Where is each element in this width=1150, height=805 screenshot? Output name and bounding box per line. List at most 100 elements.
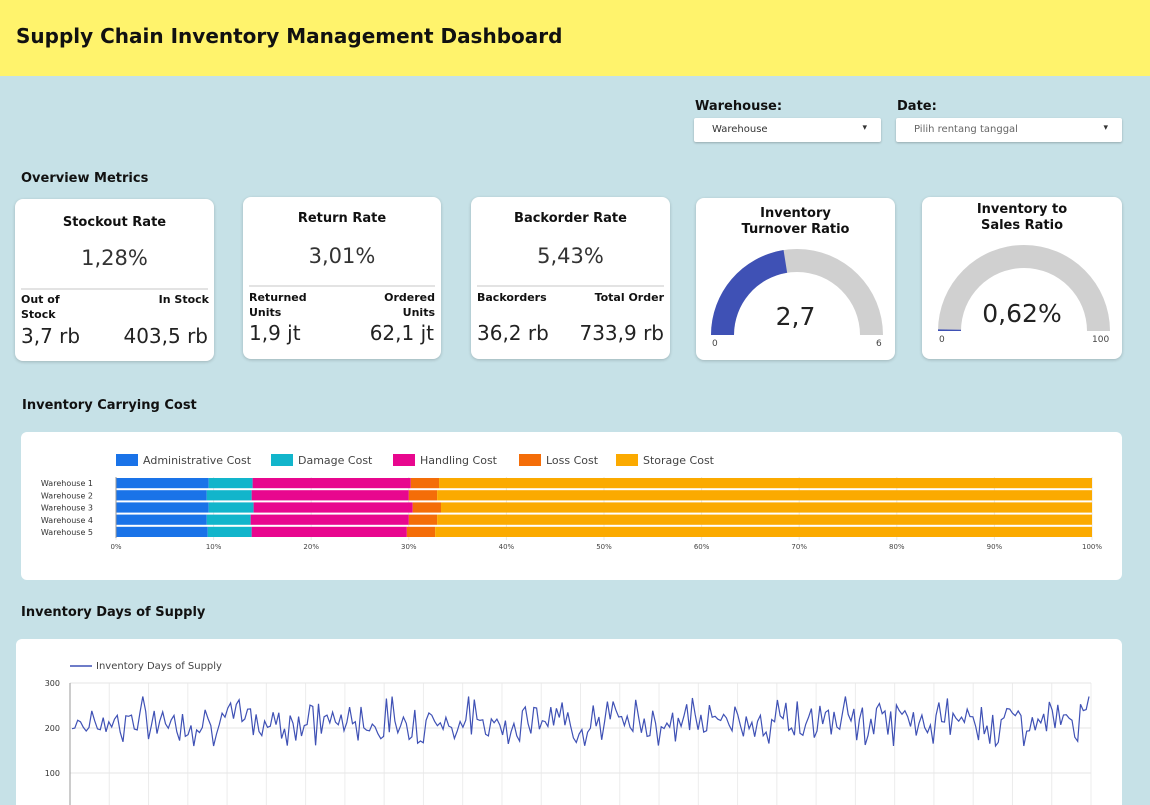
backorders-value: 36,2 rb <box>477 321 549 345</box>
date-range-dropdown[interactable]: Pilih rentang tanggal ▾ <box>896 118 1122 142</box>
bar-segment[interactable] <box>437 514 1092 525</box>
x-tick-label: 10% <box>206 543 222 551</box>
legend-label[interactable]: Loss Cost <box>546 454 599 467</box>
bar-segment[interactable] <box>207 526 252 537</box>
in-stock-label: In Stock <box>158 293 209 306</box>
legend-label[interactable]: Handling Cost <box>420 454 498 467</box>
out-of-stock-label: Out of Stock <box>21 293 60 321</box>
category-label: Warehouse 4 <box>41 516 93 525</box>
caret-down-icon: ▾ <box>1103 123 1108 133</box>
bar-segment[interactable] <box>206 490 252 501</box>
carrying-cost-title: Inventory Carrying Cost <box>22 398 197 413</box>
days-of-supply-title: Inventory Days of Supply <box>21 605 206 620</box>
carrying-cost-chart: Administrative Cost Damage Cost Handling C… <box>41 454 1102 551</box>
bar-segment[interactable] <box>251 490 409 501</box>
warehouse-dropdown[interactable]: Warehouse ▾ <box>694 118 881 142</box>
bar-segment[interactable] <box>116 514 207 525</box>
legend-label[interactable]: Damage Cost <box>298 454 373 467</box>
bar-segment[interactable] <box>408 490 438 501</box>
backorders-label: Backorders <box>477 291 547 304</box>
in-stock-value: 403,5 rb <box>123 324 208 348</box>
returned-units-label: Returned Units <box>249 291 307 319</box>
y-tick-label: 100 <box>45 769 60 778</box>
x-tick-label: 50% <box>596 543 612 551</box>
legend-label[interactable]: Administrative Cost <box>143 454 252 467</box>
category-label: Warehouse 1 <box>41 479 93 488</box>
ordered-units-label: Ordered Units <box>384 291 435 319</box>
days-of-supply-chart-panel: Inventory Days of Supply 300 200 100 <box>16 639 1122 805</box>
backorder-rate-card: Backorder Rate 5,43% Backorders Total Or… <box>471 197 670 359</box>
card-title: Backorder Rate <box>514 211 627 226</box>
sales-ratio-value: 0,62% <box>982 299 1062 328</box>
legend-swatch <box>616 454 638 466</box>
card-title: Return Rate <box>297 211 387 226</box>
bar-segment[interactable] <box>406 526 436 537</box>
bar-segment[interactable] <box>116 490 207 501</box>
legend-label[interactable]: Inventory Days of Supply <box>96 661 222 672</box>
ordered-units-value: 62,1 jt <box>369 321 434 345</box>
x-tick-label: 80% <box>889 543 905 551</box>
bar-segment[interactable] <box>208 502 254 513</box>
out-of-stock-value: 3,7 rb <box>21 324 81 348</box>
x-tick-label: 40% <box>499 543 515 551</box>
total-order-label: Total Order <box>594 291 664 304</box>
bar-segment[interactable] <box>116 478 209 489</box>
x-tick-label: 20% <box>303 543 319 551</box>
total-order-value: 733,9 rb <box>579 321 664 345</box>
legend-swatch <box>271 454 293 466</box>
caret-down-icon: ▾ <box>862 123 867 133</box>
bar-segment[interactable] <box>251 526 407 537</box>
bar-segment[interactable] <box>206 514 251 525</box>
gauge-min-label: 0 <box>712 339 718 349</box>
bar-segment[interactable] <box>250 514 409 525</box>
date-range-placeholder: Pilih rentang tanggal <box>914 124 1018 135</box>
inventory-turnover-card: Inventory Turnover Ratio 2,7 0 6 <box>696 198 895 360</box>
bar-segment[interactable] <box>439 478 1092 489</box>
bar-segment[interactable] <box>441 502 1092 513</box>
y-tick-label: 300 <box>45 679 60 688</box>
x-tick-label: 100% <box>1082 543 1102 551</box>
x-tick-label: 0% <box>110 543 121 551</box>
x-tick-label: 70% <box>791 543 807 551</box>
backorder-rate-value: 5,43% <box>537 244 604 268</box>
bar-segment[interactable] <box>116 526 208 537</box>
overview-metrics-title: Overview Metrics <box>21 171 149 186</box>
card-divider <box>21 288 208 290</box>
category-label: Warehouse 5 <box>41 528 93 537</box>
legend-swatch <box>116 454 138 466</box>
legend-swatch <box>519 454 541 466</box>
gauge-min-label: 0 <box>939 335 945 345</box>
days-of-supply-chart: Inventory Days of Supply 300 200 100 <box>45 661 1092 805</box>
bar-segment[interactable] <box>412 502 442 513</box>
category-label: Warehouse 2 <box>41 491 93 500</box>
card-divider <box>249 285 435 287</box>
bar-segment[interactable] <box>435 526 1093 537</box>
card-divider <box>477 285 664 287</box>
turnover-gauge <box>711 249 883 335</box>
x-tick-label: 90% <box>987 543 1003 551</box>
card-title: Stockout Rate <box>62 215 167 230</box>
bar-segment[interactable] <box>437 490 1092 501</box>
bar-segment[interactable] <box>410 478 440 489</box>
inventory-sales-ratio-card: Inventory to Sales Ratio 0,62% 0 100 <box>922 197 1122 359</box>
category-label: Warehouse 3 <box>41 504 93 513</box>
turnover-ratio-value: 2,7 <box>775 302 816 331</box>
return-rate-card: Return Rate 3,01% Returned Units Ordered… <box>243 197 441 359</box>
bar-segment[interactable] <box>253 502 413 513</box>
returned-units-value: 1,9 jt <box>249 321 301 345</box>
x-tick-label: 60% <box>694 543 710 551</box>
stockout-rate-card: Stockout Rate 1,28% Out of Stock In Stoc… <box>15 199 214 361</box>
legend-label[interactable]: Storage Cost <box>643 454 715 467</box>
carrying-cost-chart-panel: Administrative Cost Damage Cost Handling C… <box>21 432 1122 580</box>
bar-segment[interactable] <box>252 478 411 489</box>
y-tick-label: 200 <box>45 724 60 733</box>
bar-segment[interactable] <box>208 478 253 489</box>
page-title: Supply Chain Inventory Management Dashbo… <box>16 24 563 48</box>
date-filter-label: Date: <box>897 99 937 114</box>
return-rate-value: 3,01% <box>308 244 376 268</box>
bar-segment[interactable] <box>116 502 209 513</box>
dashboard-header: Supply Chain Inventory Management Dashbo… <box>0 0 1150 76</box>
legend-swatch <box>393 454 415 466</box>
warehouse-filter-label: Warehouse: <box>695 99 783 114</box>
bar-segment[interactable] <box>408 514 438 525</box>
